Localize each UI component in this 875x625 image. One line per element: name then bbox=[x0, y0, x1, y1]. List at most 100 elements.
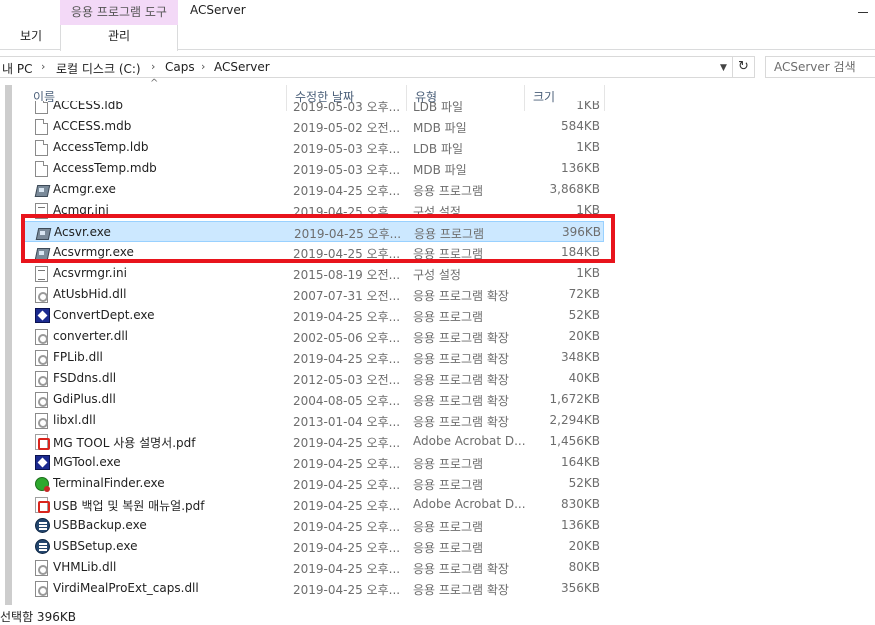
file-name: TerminalFinder.exe bbox=[53, 476, 165, 490]
file-size: 1,456KB bbox=[549, 434, 600, 448]
file-row[interactable]: Acsvrmgr.ini 2015-08-19 오전... 구성 설정 1KB bbox=[24, 263, 604, 284]
refresh-icon: ↻ bbox=[738, 59, 749, 74]
file-row[interactable]: libxl.dll 2013-01-04 오후... 응용 프로그램 확장 2,294… bbox=[24, 410, 604, 431]
file-name: Acsvr.exe bbox=[54, 225, 111, 239]
file-type: 응용 프로그램 bbox=[413, 247, 484, 261]
file-size: 1KB bbox=[576, 140, 600, 154]
file-type: Adobe Acrobat D... bbox=[413, 434, 525, 448]
dll-file-icon bbox=[35, 329, 48, 345]
application-icon bbox=[35, 308, 50, 323]
file-row[interactable]: VirdiMealProExt_caps.dll 2019-04-25 오후...… bbox=[24, 578, 604, 599]
file-row[interactable]: Acmgr.exe 2019-04-25 오후... 응용 프로그램 3,868KB bbox=[24, 179, 604, 200]
tab-manage[interactable]: 관리 bbox=[60, 25, 178, 51]
access-control-app-icon bbox=[35, 182, 49, 197]
file-name: ACCESS.mdb bbox=[53, 119, 132, 133]
file-row[interactable]: AccessTemp.mdb 2019-05-03 오후... MDB 파일 136K… bbox=[24, 158, 604, 179]
file-row[interactable]: USB 백업 및 복원 매뉴얼.pdf 2019-04-25 오후... Adobe… bbox=[24, 494, 604, 515]
file-row[interactable]: ACCESS.ldb 2019-05-03 오후... LDB 파일 1KB bbox=[24, 101, 604, 116]
breadcrumb-this-pc[interactable]: 내 PC bbox=[2, 60, 32, 77]
file-name: USB 백업 및 복원 매뉴얼.pdf bbox=[53, 499, 205, 513]
file-row[interactable]: AccessTemp.ldb 2019-05-03 오후... LDB 파일 1KB bbox=[24, 137, 604, 158]
file-name: Acmgr.exe bbox=[53, 182, 116, 196]
file-size: 40KB bbox=[568, 371, 600, 385]
document-icon bbox=[35, 101, 48, 114]
file-modified-date: 2013-01-04 오후... bbox=[293, 415, 401, 429]
pdf-icon bbox=[35, 434, 50, 450]
file-type: MDB 파일 bbox=[413, 121, 467, 135]
search-input[interactable] bbox=[766, 57, 875, 77]
file-type: LDB 파일 bbox=[413, 142, 464, 156]
file-type: 응용 프로그램 확장 bbox=[413, 373, 509, 387]
file-name: MG TOOL 사용 설명서.pdf bbox=[53, 436, 196, 450]
file-name: VHMLib.dll bbox=[53, 560, 117, 574]
chevron-down-icon[interactable]: ▼ bbox=[720, 63, 727, 73]
file-size: 584KB bbox=[560, 119, 600, 133]
breadcrumb[interactable]: 내 PC › 로컬 디스크 (C:) › Caps › ACServer ▼ bbox=[0, 56, 733, 78]
address-row: 내 PC › 로컬 디스크 (C:) › Caps › ACServer ▼ ↻ bbox=[0, 54, 875, 80]
search-box[interactable] bbox=[765, 56, 875, 78]
window-title: ACServer bbox=[190, 3, 246, 17]
file-modified-date: 2019-04-25 오후... bbox=[293, 562, 401, 576]
file-name: GdiPlus.dll bbox=[53, 392, 116, 406]
breadcrumb-local-disk[interactable]: 로컬 디스크 (C:) bbox=[56, 60, 141, 77]
file-type: 응용 프로그램 확장 bbox=[413, 415, 509, 429]
file-row[interactable]: converter.dll 2002-05-06 오후... 응용 프로그램 확장 2… bbox=[24, 326, 604, 347]
file-row[interactable]: MG TOOL 사용 설명서.pdf 2019-04-25 오후... Adobe … bbox=[24, 431, 604, 452]
terminal-finder-icon bbox=[35, 477, 50, 492]
file-type: MDB 파일 bbox=[413, 163, 467, 177]
file-type: 응용 프로그램 확장 bbox=[413, 352, 509, 366]
file-size: 52KB bbox=[568, 308, 600, 322]
file-modified-date: 2019-04-25 오후... bbox=[293, 541, 401, 555]
file-row[interactable]: TerminalFinder.exe 2019-04-25 오후... 응용 프로그… bbox=[24, 473, 604, 494]
file-name: FPLib.dll bbox=[53, 350, 103, 364]
file-type: 응용 프로그램 확장 bbox=[413, 289, 509, 303]
file-modified-date: 2019-04-25 오후... bbox=[293, 499, 401, 513]
breadcrumb-separator[interactable]: › bbox=[41, 60, 45, 73]
minimize-button[interactable] bbox=[856, 4, 870, 18]
navigation-pane bbox=[0, 80, 14, 605]
file-row[interactable]: AtUsbHid.dll 2007-07-31 오전... 응용 프로그램 확장 72… bbox=[24, 284, 604, 305]
file-row[interactable]: FPLib.dll 2019-04-25 오후... 응용 프로그램 확장 348KB bbox=[24, 347, 604, 368]
file-type: 응용 프로그램 bbox=[413, 541, 484, 555]
selection-status: 선택함 396KB bbox=[0, 610, 76, 624]
file-row[interactable]: USBSetup.exe 2019-04-25 오후... 응용 프로그램 20KB bbox=[24, 536, 604, 557]
file-type: 응용 프로그램 bbox=[413, 457, 484, 471]
file-row[interactable]: ACCESS.mdb 2019-05-02 오전... MDB 파일 584KB bbox=[24, 116, 604, 137]
file-size: 136KB bbox=[560, 161, 600, 175]
breadcrumb-separator[interactable]: › bbox=[151, 60, 155, 73]
file-row[interactable]: ConvertDept.exe 2019-04-25 오후... 응용 프로그램 52… bbox=[24, 305, 604, 326]
file-row[interactable]: USBBackup.exe 2019-04-25 오후... 응용 프로그램 136K… bbox=[24, 515, 604, 536]
application-icon bbox=[35, 455, 50, 470]
file-name: converter.dll bbox=[53, 329, 128, 343]
tab-view[interactable]: 보기 bbox=[8, 25, 54, 50]
file-name: VirdiMealProExt_caps.dll bbox=[53, 581, 199, 595]
file-type: 응용 프로그램 확장 bbox=[413, 394, 509, 408]
refresh-button[interactable]: ↻ bbox=[733, 56, 755, 78]
file-row[interactable]: MGTool.exe 2019-04-25 오후... 응용 프로그램 164KB bbox=[24, 452, 604, 473]
file-size: 20KB bbox=[568, 539, 600, 553]
file-row[interactable]: FSDdns.dll 2012-05-03 오전... 응용 프로그램 확장 40KB bbox=[24, 368, 604, 389]
file-row-selected[interactable]: Acsvr.exe 2019-04-25 오후... 응용 프로그램 396KB bbox=[24, 221, 604, 242]
file-row[interactable]: Acsvrmgr.exe 2019-04-25 오후... 응용 프로그램 184KB bbox=[24, 242, 604, 263]
file-row[interactable]: Acmgr.ini 2019-04-25 오후... 구성 설정 1KB bbox=[24, 200, 604, 221]
file-type: LDB 파일 bbox=[413, 101, 464, 114]
file-modified-date: 2019-04-25 오후... bbox=[293, 436, 401, 450]
breadcrumb-separator[interactable]: › bbox=[201, 60, 205, 73]
file-list: ACCESS.ldb 2019-05-03 오후... LDB 파일 1KB ACCES… bbox=[24, 101, 609, 605]
usb-app-icon bbox=[35, 539, 50, 554]
file-modified-date: 2007-07-31 오전... bbox=[293, 289, 401, 303]
file-modified-date: 2019-04-25 오후... bbox=[294, 227, 402, 241]
breadcrumb-caps[interactable]: Caps bbox=[165, 60, 195, 74]
title-bar: 응용 프로그램 도구 ACServer bbox=[0, 0, 875, 25]
file-row[interactable]: GdiPlus.dll 2004-08-05 오후... 응용 프로그램 확장 1,6… bbox=[24, 389, 604, 410]
file-name: libxl.dll bbox=[53, 413, 96, 427]
application-tools-context-tab[interactable]: 응용 프로그램 도구 bbox=[60, 0, 178, 25]
file-row[interactable]: VHMLib.dll 2019-04-25 오후... 응용 프로그램 확장 80KB bbox=[24, 557, 604, 578]
access-control-app-icon bbox=[35, 245, 49, 260]
file-type: 응용 프로그램 bbox=[413, 478, 484, 492]
pdf-icon bbox=[35, 497, 50, 513]
navigation-scrollbar[interactable] bbox=[5, 85, 12, 605]
breadcrumb-acserver[interactable]: ACServer bbox=[214, 60, 270, 74]
file-size: 184KB bbox=[560, 245, 600, 259]
usb-app-icon bbox=[35, 518, 50, 533]
